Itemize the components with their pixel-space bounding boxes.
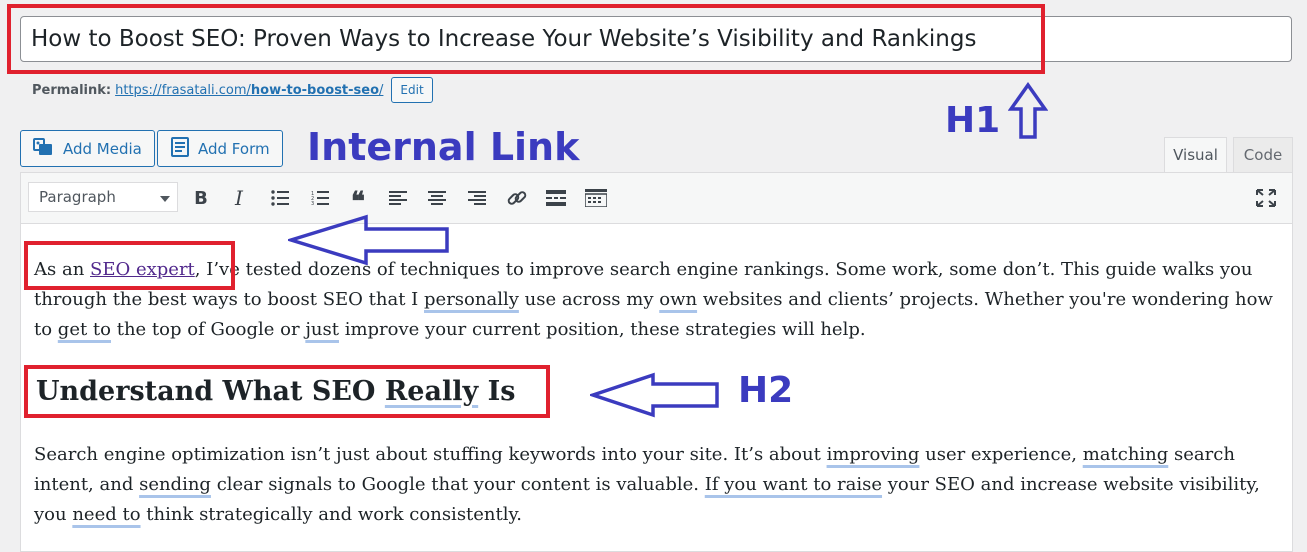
h1-annotation: H1 [945,100,1001,141]
spellcheck-word: just [305,319,339,340]
spellcheck-word: personally [424,289,519,310]
text-run: think strategically and work consistentl… [140,504,523,525]
permalink-slug: how-to-boost-seo [250,82,380,98]
h2-annotation: H2 [738,370,794,411]
blockquote-icon[interactable]: ❝ [343,184,373,217]
text-run: use across my [518,289,660,310]
up-arrow-icon [1008,82,1048,139]
spellcheck-word: If you want to raise [704,474,883,495]
align-center-icon[interactable] [422,184,452,212]
text-run: Search engine optimization isn’t just ab… [34,444,827,465]
add-media-button[interactable]: Add Media [20,130,155,167]
add-form-button[interactable]: Add Form [157,130,283,167]
spellcheck-word: sending [139,474,211,495]
form-icon [170,136,190,161]
add-form-label: Add Form [198,139,270,158]
text-run: improve your current position, these str… [338,319,866,340]
editor-toolbar: Paragraph B I 123 ❝ [21,173,1292,224]
read-more-icon[interactable] [541,184,571,212]
left-arrow-icon [288,214,449,266]
toolbar-toggle-icon[interactable] [581,184,611,212]
paragraph-seo[interactable]: Search engine optimization isn’t just ab… [34,440,1279,530]
numbered-list-icon[interactable]: 123 [305,184,335,212]
internal-link-annotation: Internal Link [307,125,580,169]
spellcheck-word: own [659,289,698,310]
add-media-label: Add Media [63,139,142,158]
align-right-icon[interactable] [462,184,492,212]
permalink-link[interactable]: https://frasatali.com/how-to-boost-seo/ [115,83,383,98]
dropdown-arrow-icon [160,188,170,206]
text-run: clear signals to Google that your conten… [210,474,705,495]
bold-icon[interactable]: B [186,184,216,212]
svg-text:3: 3 [311,201,314,206]
italic-icon[interactable]: I [224,184,254,212]
text-run: the top of Google or [111,319,306,340]
spellcheck-word: matching [1082,444,1169,465]
format-select-value: Paragraph [39,188,116,206]
permalink-edit-button[interactable]: Edit [391,77,433,103]
editor-area: Paragraph B I 123 ❝ As an SEO expert, I’… [20,172,1293,552]
spellcheck-word: get to [57,319,111,340]
bulleted-list-icon[interactable] [265,184,295,212]
spellcheck-word: improving [826,444,920,465]
fullscreen-icon[interactable] [1251,184,1281,212]
permalink-base: https://frasatali.com/ [115,82,251,98]
permalink-end: / [379,82,384,98]
h2-highlight-box [24,365,550,418]
text-run: user experience, [919,444,1083,465]
h1-highlight-box [7,4,1045,74]
internal-link-highlight-box [24,241,235,290]
media-icon [33,137,55,161]
permalink-row: Permalink: https://frasatali.com/how-to-… [32,77,433,103]
tab-visual[interactable]: Visual [1164,137,1227,173]
insert-link-icon[interactable] [502,184,532,212]
spellcheck-word: need to [72,504,141,525]
format-select[interactable]: Paragraph [28,182,178,212]
tab-code[interactable]: Code [1233,137,1293,173]
align-left-icon[interactable] [383,184,413,212]
left-arrow-icon [590,372,719,418]
permalink-label: Permalink: [32,82,112,98]
